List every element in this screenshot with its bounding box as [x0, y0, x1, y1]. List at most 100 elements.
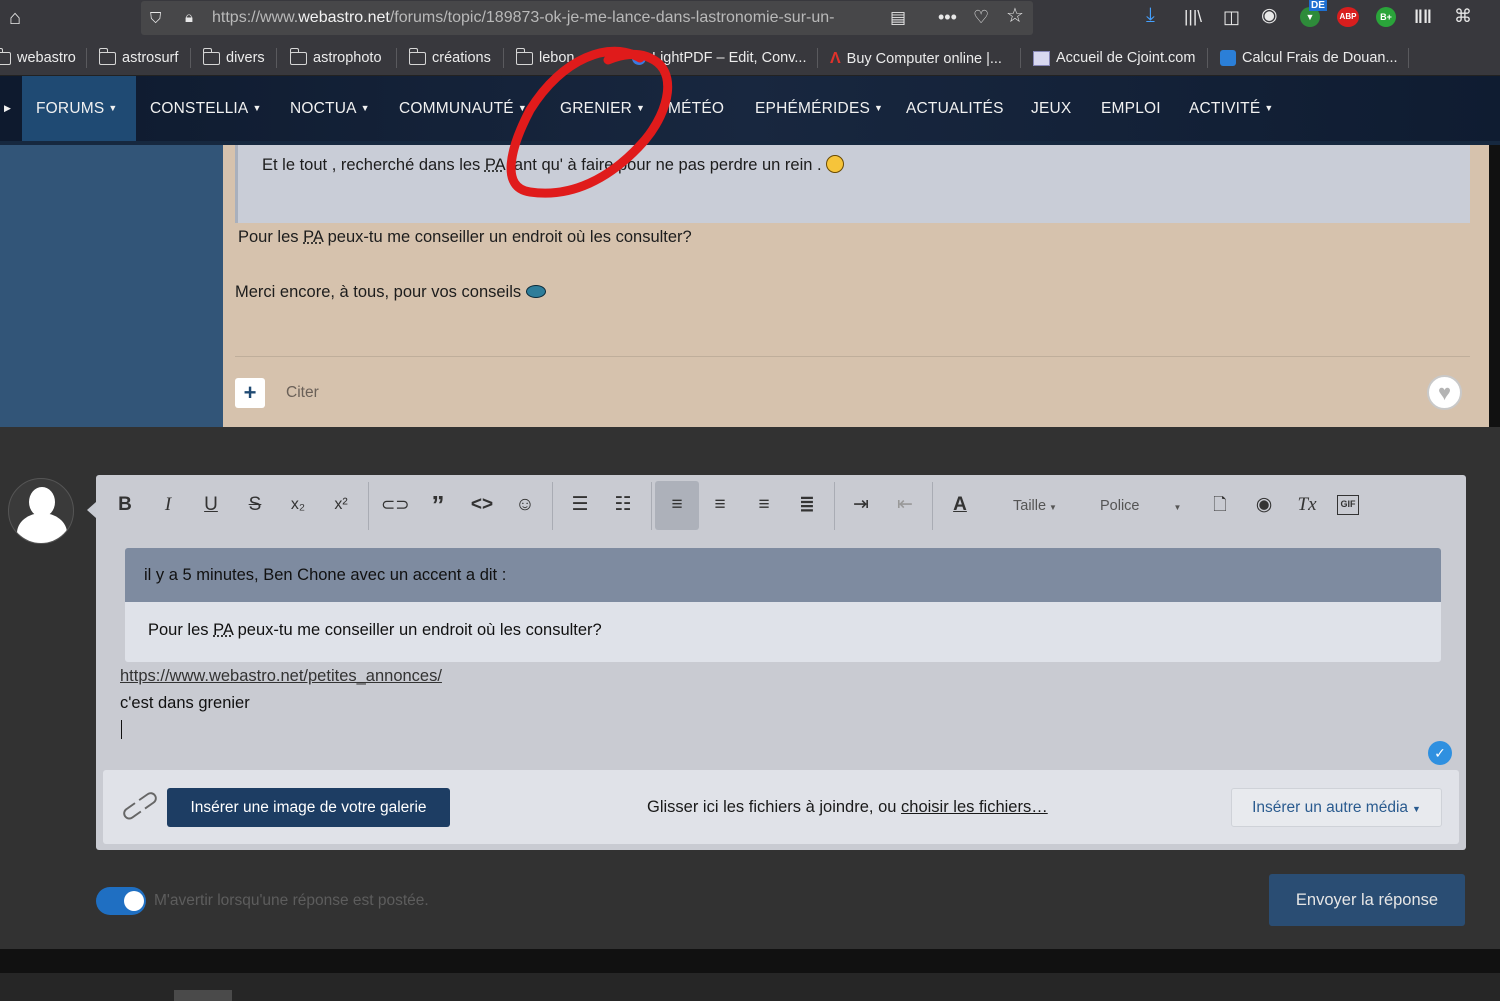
font-size-dropdown[interactable]: Taille ▼: [1013, 498, 1057, 514]
lock-icon[interactable]: 🔒︎: [185, 9, 193, 27]
spellcheck-check-icon[interactable]: ✓: [1428, 741, 1452, 765]
underline-icon[interactable]: U: [197, 492, 225, 518]
insert-gallery-image-button[interactable]: Insérer une image de votre galerie: [167, 788, 450, 827]
nav-menu-caret-icon[interactable]: ▶: [0, 100, 11, 118]
superscript-icon[interactable]: x²: [327, 492, 355, 518]
bold-icon[interactable]: B: [111, 492, 139, 518]
nav-actualites[interactable]: ACTUALITÉS: [906, 100, 1004, 118]
outdent-icon[interactable]: ⇤: [891, 492, 919, 518]
insert-media-button[interactable]: Insérer un autre média ▼: [1231, 788, 1442, 827]
bookmark-webastro[interactable]: webastro: [0, 47, 76, 66]
folder-icon: [515, 47, 533, 65]
clear-format-icon[interactable]: Tx: [1293, 492, 1321, 518]
font-family-dropdown[interactable]: Police ▼: [1100, 498, 1181, 514]
extension-translate-icon[interactable]: ⌘: [1454, 7, 1472, 25]
download-icon[interactable]: ⤓: [1146, 5, 1155, 25]
nav-ephemerides[interactable]: EPHÉMÉRIDES ▼: [755, 100, 883, 118]
bookmark-creations[interactable]: créations: [408, 47, 491, 66]
link-icon[interactable]: ⊂⊃: [381, 492, 410, 518]
account-icon[interactable]: ◉: [1261, 6, 1278, 25]
numbered-list-icon[interactable]: ☷: [609, 492, 637, 518]
align-justify-icon[interactable]: ≣: [793, 492, 821, 518]
more-actions-icon[interactable]: •••: [938, 8, 957, 26]
nav-communaute[interactable]: COMMUNAUTÉ ▼: [399, 100, 527, 118]
url-text[interactable]: https://www.webastro.net/forums/topic/18…: [212, 9, 872, 27]
toolbar-separator: [834, 482, 835, 530]
calculator-icon: [1220, 50, 1236, 66]
align-right-icon[interactable]: ≡: [750, 492, 778, 518]
sidebar-icon[interactable]: ◫: [1223, 8, 1240, 26]
align-left-icon[interactable]: ≡: [663, 492, 691, 518]
like-heart-icon[interactable]: ♥: [1427, 375, 1462, 410]
bookmark-lebon[interactable]: lebon...: [515, 47, 587, 66]
bookmark-astrophoto[interactable]: astrophoto: [289, 47, 382, 66]
media-button-label: Insérer un autre média: [1252, 799, 1409, 816]
italic-icon[interactable]: I: [154, 492, 182, 518]
nav-noctua[interactable]: NOCTUA ▼: [290, 100, 370, 118]
quote-button[interactable]: Citer: [286, 384, 319, 402]
bulleted-list-icon[interactable]: ☰: [566, 492, 594, 518]
choose-files-link[interactable]: choisir les fichiers…: [901, 798, 1048, 816]
toolbar-separator: [552, 482, 553, 530]
extension-bars-icon[interactable]: ǁǁ: [1414, 8, 1432, 26]
nav-label: FORUMS: [36, 100, 105, 117]
pocket-icon[interactable]: ♡: [973, 8, 989, 26]
library-icon[interactable]: |||\: [1184, 8, 1202, 26]
editor-text-line[interactable]: c'est dans grenier: [120, 694, 250, 713]
adblock-icon[interactable]: ABP: [1337, 7, 1359, 27]
multi-quote-button[interactable]: +: [235, 378, 265, 408]
strikethrough-icon[interactable]: S: [241, 492, 269, 518]
post-line-1: Pour les PA peux-tu me conseiller un end…: [238, 228, 692, 246]
nav-label: CONSTELLIA: [150, 100, 249, 117]
taskbar-active-item[interactable]: [174, 990, 232, 1001]
nav-emploi[interactable]: EMPLOI: [1101, 100, 1161, 118]
post-divider: [235, 356, 1470, 357]
bookmark-separator: [276, 48, 277, 68]
bookmark-cjoint[interactable]: Accueil de Cjoint.com: [1033, 50, 1195, 66]
nav-activite[interactable]: ACTIVITÉ ▼: [1189, 100, 1273, 118]
text-color-icon[interactable]: A: [946, 492, 974, 518]
wink-emoji-icon: [525, 285, 546, 298]
extension-bplus-icon[interactable]: B+: [1376, 7, 1396, 27]
bookmark-buy-computer[interactable]: Λ Buy Computer online |...: [830, 50, 1002, 68]
preview-eye-icon[interactable]: ◉: [1250, 492, 1278, 518]
indent-icon[interactable]: ⇥: [847, 492, 875, 518]
bookmark-calcul-frais[interactable]: Calcul Frais de Douan...: [1220, 50, 1398, 66]
code-icon[interactable]: <>: [468, 492, 496, 518]
nav-constellia[interactable]: CONSTELLIA ▼: [150, 100, 262, 118]
editor-link[interactable]: https://www.webastro.net/petites_annonce…: [120, 667, 442, 686]
home-icon[interactable]: ⌂: [9, 8, 21, 28]
bookmark-label: Accueil de Cjoint.com: [1056, 50, 1196, 66]
extension-de-badge[interactable]: DE: [1309, 0, 1327, 11]
nav-forums[interactable]: FORUMS ▼: [36, 100, 117, 118]
folder-icon: [289, 47, 307, 65]
gif-icon[interactable]: GIF: [1337, 495, 1359, 515]
caret-down-icon: ▼: [252, 103, 262, 113]
bookmark-lightpdf[interactable]: LightPDF – Edit, Conv...: [632, 50, 806, 66]
subscript-icon[interactable]: x₂: [284, 492, 312, 518]
bookmark-astrosurf[interactable]: astrosurf: [98, 47, 178, 66]
abbr-pa: PA: [303, 228, 324, 246]
bookmark-separator: [190, 48, 191, 68]
bookmark-divers[interactable]: divers: [202, 47, 265, 66]
quote-icon[interactable]: ”: [424, 492, 452, 518]
align-center-icon[interactable]: ≡: [706, 492, 734, 518]
bookmark-star-icon[interactable]: ☆: [1006, 6, 1024, 26]
nav-jeux[interactable]: JEUX: [1031, 100, 1071, 118]
tracking-shield-icon[interactable]: ⛉: [150, 10, 161, 28]
nav-label: ACTIVITÉ: [1189, 100, 1261, 117]
caret-down-icon: ▼: [517, 103, 527, 113]
emoji-icon[interactable]: ☺: [511, 492, 539, 518]
lightpdf-icon: [632, 51, 646, 65]
submit-reply-button[interactable]: Envoyer la réponse: [1269, 874, 1465, 926]
reader-view-icon[interactable]: ▤: [890, 9, 906, 27]
nav-label: GRENIER: [560, 100, 633, 117]
bookmark-separator: [503, 48, 504, 68]
toolbar-separator: [932, 482, 933, 530]
bookmark-label: créations: [432, 50, 491, 66]
nav-grenier[interactable]: GRENIER ▼: [560, 100, 645, 118]
dropdown-label: Police: [1100, 498, 1140, 514]
nav-meteo[interactable]: MÉTÉO: [668, 100, 724, 118]
preview-doc-icon[interactable]: 🗋︎: [1206, 492, 1234, 518]
folder-icon: [408, 47, 426, 65]
